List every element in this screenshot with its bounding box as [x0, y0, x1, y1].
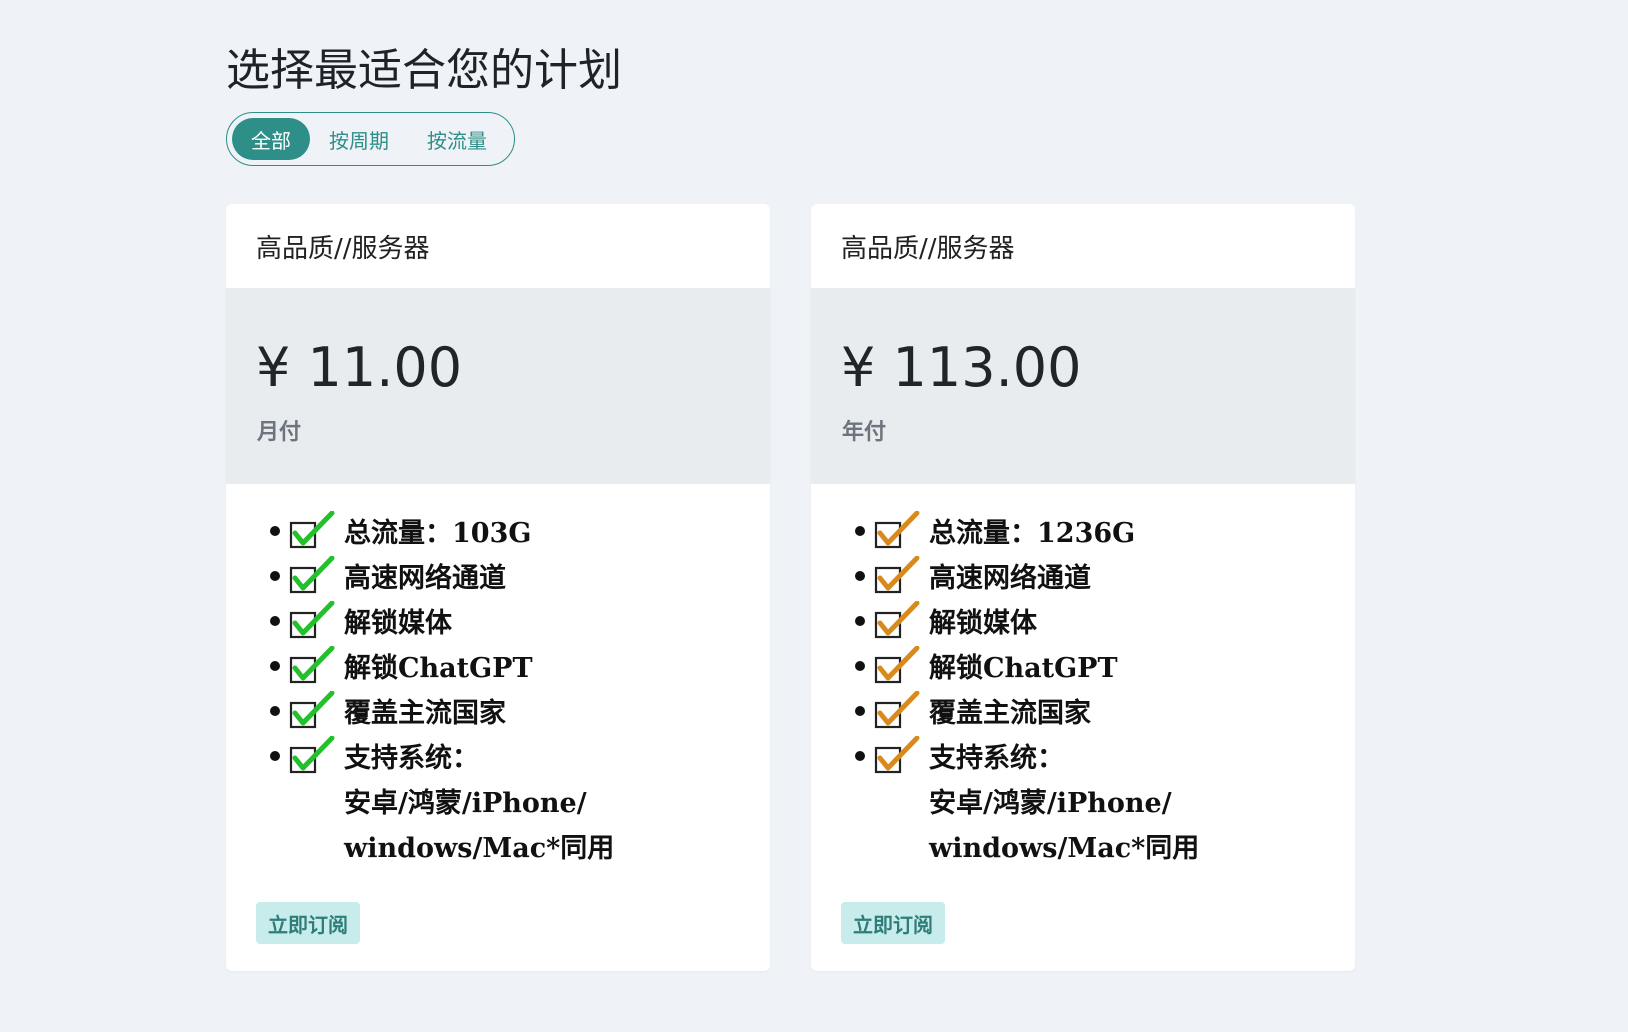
- checkbox-check-icon: [288, 690, 338, 731]
- plan-price: ¥ 11.00: [256, 336, 463, 399]
- plan-card-header: 高品质//服务器: [256, 233, 430, 264]
- bullet-icon: [855, 570, 865, 581]
- feature-text: 解锁ChatGPT: [344, 653, 533, 684]
- feature-text: 高速网络通道: [929, 563, 1091, 594]
- checkbox-check-icon: [288, 555, 338, 596]
- filter-tab-by-traffic[interactable]: 按流量: [408, 118, 506, 160]
- bullet-icon: [855, 660, 865, 671]
- feature-list: 总流量：103G 高速网络通道 解锁媒体解锁ChatGPT 覆盖主流国家 支持系统： 安卓…: [270, 508, 614, 868]
- feature-item: 高速网络通道: [270, 553, 614, 598]
- filter-tab-all[interactable]: 全部: [232, 118, 310, 160]
- checkbox-check-icon: [288, 510, 338, 551]
- bullet-icon: [270, 525, 280, 536]
- feature-item: 解锁ChatGPT: [855, 643, 1199, 688]
- plan-card-header: 高品质//服务器: [841, 233, 1015, 264]
- plan-card-monthly: 高品质//服务器 ¥ 11.00 月付 总流量：103G 高速网络通道 解锁媒体解锁…: [226, 204, 770, 971]
- feature-text: 解锁ChatGPT: [929, 653, 1118, 684]
- bullet-icon: [855, 750, 865, 761]
- bullet-icon: [270, 750, 280, 761]
- feature-item: 支持系统：: [855, 733, 1199, 778]
- feature-item: 总流量：1236G: [855, 508, 1199, 553]
- plan-price: ¥ 113.00: [841, 336, 1082, 399]
- feature-item: 解锁媒体: [855, 598, 1199, 643]
- bullet-icon: [855, 705, 865, 716]
- billing-period: 月付: [257, 420, 302, 445]
- feature-text: 覆盖主流国家: [929, 698, 1091, 729]
- feature-item: 覆盖主流国家: [270, 688, 614, 733]
- feature-text: 高速网络通道: [344, 563, 506, 594]
- feature-text: 总流量：1236G: [929, 518, 1136, 549]
- feature-item: 覆盖主流国家: [855, 688, 1199, 733]
- feature-text: 支持系统：: [929, 743, 1064, 774]
- feature-item: 解锁媒体: [270, 598, 614, 643]
- checkbox-check-icon: [288, 645, 338, 686]
- checkbox-check-icon: [288, 600, 338, 641]
- feature-continuation: windows/Mac*同用: [344, 833, 615, 864]
- feature-continuation: 安卓/鸿蒙/iPhone/: [929, 788, 1172, 819]
- billing-period: 年付: [842, 420, 887, 445]
- checkbox-check-icon: [873, 690, 923, 731]
- page-title: 选择最适合您的计划: [226, 45, 622, 96]
- feature-item: 总流量：103G: [270, 508, 614, 553]
- feature-text: 支持系统：: [344, 743, 479, 774]
- bullet-icon: [270, 570, 280, 581]
- filter-tab-by-period[interactable]: 按周期: [310, 118, 408, 160]
- plan-filter-tabs: 全部 按周期 按流量: [226, 112, 515, 166]
- feature-item: 高速网络通道: [855, 553, 1199, 598]
- price-band: ¥ 113.00 年付: [811, 288, 1355, 484]
- feature-continuation: windows/Mac*同用: [929, 833, 1200, 864]
- checkbox-check-icon: [873, 510, 923, 551]
- bullet-icon: [270, 705, 280, 716]
- checkbox-check-icon: [873, 555, 923, 596]
- feature-item: 解锁ChatGPT: [270, 643, 614, 688]
- feature-text: 解锁媒体: [929, 608, 1037, 639]
- bullet-icon: [270, 615, 280, 626]
- checkbox-check-icon: [873, 645, 923, 686]
- bullet-icon: [855, 525, 865, 536]
- feature-text: 解锁媒体: [344, 608, 452, 639]
- pricing-page: 选择最适合您的计划 全部 按周期 按流量 高品质//服务器 ¥ 11.00 月付…: [0, 0, 1628, 1032]
- checkbox-check-icon: [873, 600, 923, 641]
- feature-text: 覆盖主流国家: [344, 698, 506, 729]
- feature-continuation: 安卓/鸿蒙/iPhone/: [344, 788, 587, 819]
- checkbox-check-icon: [873, 735, 923, 776]
- checkbox-check-icon: [288, 735, 338, 776]
- subscribe-button[interactable]: 立即订阅: [841, 902, 945, 944]
- bullet-icon: [855, 615, 865, 626]
- plan-card-yearly: 高品质//服务器 ¥ 113.00 年付 总流量：1236G 高速网络通道 解锁媒体…: [811, 204, 1355, 971]
- feature-text: 总流量：103G: [344, 518, 532, 549]
- feature-list: 总流量：1236G 高速网络通道 解锁媒体解锁ChatGPT 覆盖主流国家 支持系统： 安…: [855, 508, 1199, 868]
- price-band: ¥ 11.00 月付: [226, 288, 770, 484]
- feature-item: 支持系统：: [270, 733, 614, 778]
- bullet-icon: [270, 660, 280, 671]
- subscribe-button[interactable]: 立即订阅: [256, 902, 360, 944]
